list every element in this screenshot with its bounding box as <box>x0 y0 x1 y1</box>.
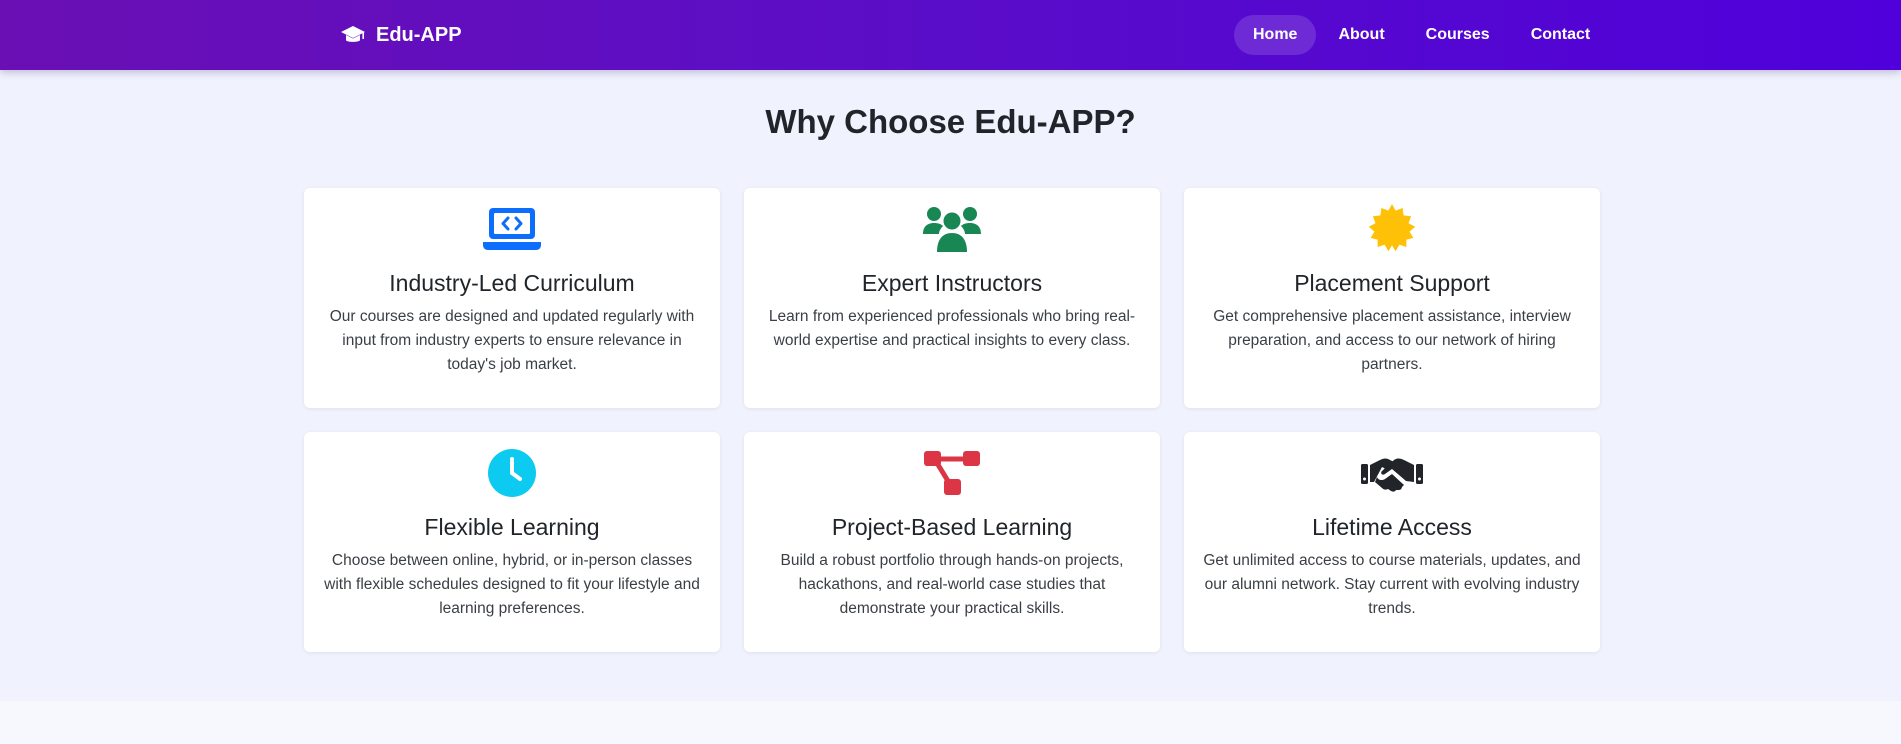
feature-description: Our courses are designed and updated reg… <box>329 308 695 373</box>
feature-title: Expert Instructors <box>861 270 1043 296</box>
feature-description: Get comprehensive placement assistance, … <box>1213 308 1571 373</box>
feature-description: Build a robust portfolio through hands-o… <box>780 552 1124 617</box>
diagram-project-icon <box>744 447 1160 499</box>
brand-name: Edu-APP <box>376 23 462 46</box>
nav-links: Home About Courses Contact <box>1234 15 1609 55</box>
feature-title: Placement Support <box>1294 270 1490 296</box>
nav-link-courses[interactable]: Courses <box>1407 15 1509 55</box>
graduation-cap-icon <box>340 24 366 46</box>
nav-link-about[interactable]: About <box>1319 15 1403 55</box>
handshake-icon <box>1184 447 1600 499</box>
clock-icon <box>304 447 720 499</box>
feature-card-lifetime: Lifetime Access Get unlimited access to … <box>1184 432 1600 652</box>
laptop-code-icon <box>304 203 720 255</box>
brand-link[interactable]: Edu-APP <box>340 0 462 70</box>
feature-card-curriculum: Industry-Led Curriculum Our courses are … <box>304 188 720 408</box>
feature-title: Industry-Led Curriculum <box>389 270 635 296</box>
feature-card-projects: Project-Based Learning Build a robust po… <box>744 432 1160 652</box>
next-section-band <box>0 701 1901 744</box>
feature-card-placement: Placement Support Get comprehensive plac… <box>1184 188 1600 408</box>
feature-title: Flexible Learning <box>424 514 600 540</box>
nav-link-home[interactable]: Home <box>1234 15 1317 55</box>
feature-description: Get unlimited access to course materials… <box>1203 552 1581 617</box>
navbar: Edu-APP Home About Courses Contact <box>0 0 1901 70</box>
feature-card-flexible: Flexible Learning Choose between online,… <box>304 432 720 652</box>
feature-description: Choose between online, hybrid, or in-per… <box>324 552 700 617</box>
feature-description: Learn from experienced professionals who… <box>768 308 1136 349</box>
award-seal-icon <box>1184 203 1600 255</box>
feature-title: Project-Based Learning <box>831 514 1073 540</box>
feature-card-instructors: Expert Instructors Learn from experience… <box>744 188 1160 408</box>
section-title: Why Choose Edu-APP? <box>765 103 1136 140</box>
nav-link-contact[interactable]: Contact <box>1512 15 1610 55</box>
users-icon <box>744 203 1160 255</box>
feature-title: Lifetime Access <box>1312 514 1472 540</box>
